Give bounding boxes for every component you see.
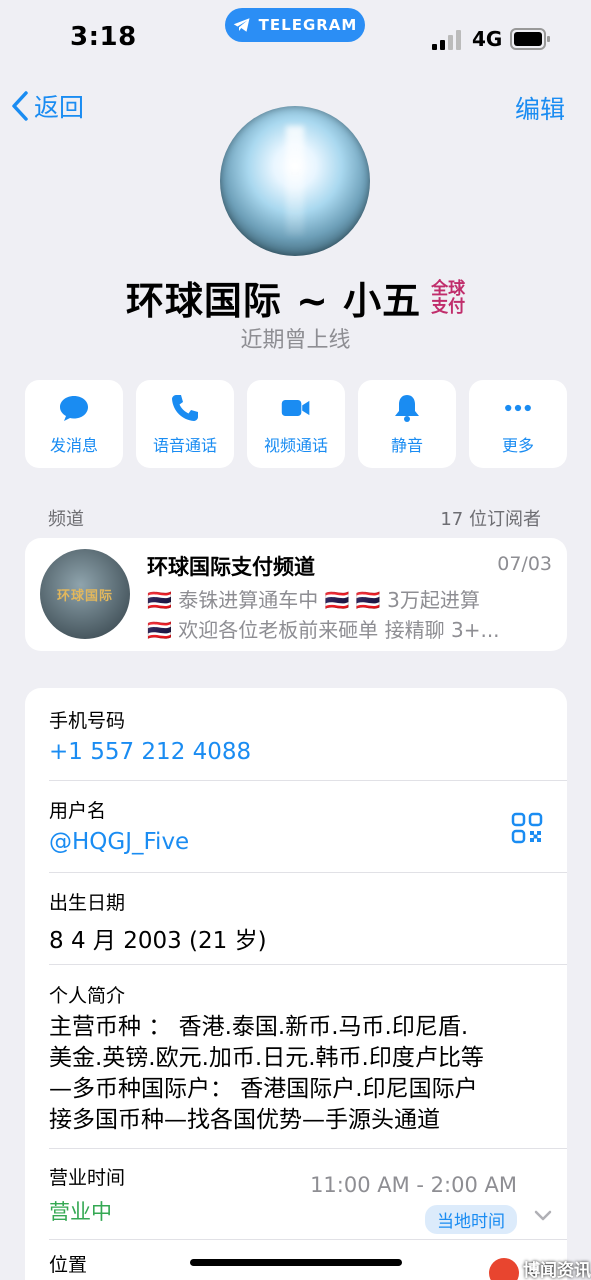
video-call-button[interactable]: 视频通话 (247, 380, 345, 468)
profile-badge: 全球 支付 (431, 280, 465, 316)
channel-card[interactable]: 环球国际 环球国际支付频道 07/03 🇹🇭 泰铢进算通车中 🇹🇭 🇹🇭 3万起… (25, 538, 567, 651)
more-label: 更多 (501, 436, 534, 455)
message-button-label: 发消息 (49, 436, 98, 455)
info-card: 手机号码 +1 557 212 4088 用户名 @HQGJ_Five 出生日期… (25, 688, 567, 1280)
qr-code-icon[interactable] (511, 812, 543, 844)
channel-preview-line1: 🇹🇭 泰铢进算通车中 🇹🇭 🇹🇭 3万起进算 (147, 588, 480, 612)
edit-button[interactable]: 编辑 (515, 90, 565, 126)
bio-text: 主营币种 ： 香港.泰国.新币.马币.印尼盾. 美金.英镑.欧元.加币.日元.韩… (49, 1012, 549, 1136)
profile-name: 环球国际 ~ 小五 (125, 279, 422, 323)
voice-call-label: 语音通话 (152, 436, 217, 455)
more-dots-icon (505, 404, 531, 412)
profile-avatar[interactable] (220, 106, 370, 256)
hours-range: 11:00 AM - 2:00 AM (310, 1173, 517, 1197)
badge-line2: 支付 (431, 296, 466, 317)
bio-row: 个人简介 主营币种 ： 香港.泰国.新币.马币.印尼盾. 美金.英镑.欧元.加币… (49, 981, 567, 1149)
local-time-toggle[interactable]: 当地时间 (425, 1205, 517, 1234)
bio-label: 个人简介 (49, 985, 126, 1007)
channel-section-label: 频道 (48, 509, 84, 530)
message-bubble-icon (60, 396, 88, 421)
network-type: 4G (472, 27, 503, 51)
telegram-plane-icon (233, 18, 250, 32)
birthday-value: 8 4 月 2003 (21 岁) (49, 928, 267, 954)
bell-icon (395, 395, 419, 422)
subscriber-count: 17 位订阅者 (440, 509, 541, 530)
profile-name-row: 环球国际 ~ 小五 全球 支付 (0, 270, 591, 325)
video-camera-icon (281, 400, 310, 416)
channel-title: 环球国际支付频道 (147, 555, 315, 579)
watermark: 博闻资讯 (489, 1256, 591, 1280)
telegram-pill[interactable]: TELEGRAM (225, 8, 365, 42)
last-seen-status: 近期曾上线 (240, 328, 351, 353)
bio-line: 主营币种 ： 香港.泰国.新币.马币.印尼盾. (49, 1014, 469, 1040)
battery-icon (510, 28, 550, 50)
username-label: 用户名 (49, 800, 107, 822)
chevron-left-icon (12, 91, 28, 121)
home-indicator[interactable] (190, 1259, 402, 1266)
phone-icon (172, 395, 198, 421)
username-value[interactable]: @HQGJ_Five (49, 829, 567, 855)
message-button[interactable]: 发消息 (25, 380, 123, 468)
bio-line: 美金.英镑.欧元.加币.日元.韩币.印度卢比等 (49, 1045, 484, 1071)
channel-section-header: 频道 17 位订阅者 (48, 505, 541, 531)
badge-line1: 全球 (431, 278, 466, 299)
chevron-down-icon[interactable] (533, 1209, 553, 1223)
telegram-pill-label: TELEGRAM (258, 16, 358, 34)
phone-row[interactable]: 手机号码 +1 557 212 4088 (49, 706, 567, 781)
birthday-row: 出生日期 8 4 月 2003 (21 岁) (49, 888, 567, 965)
action-buttons: 发消息 语音通话 视频通话 静音 更多 (25, 380, 567, 468)
video-call-label: 视频通话 (263, 436, 328, 455)
status-bar: 3:18 TELEGRAM 4G (0, 0, 591, 70)
username-row[interactable]: 用户名 @HQGJ_Five (49, 796, 567, 873)
voice-call-button[interactable]: 语音通话 (136, 380, 234, 468)
mute-button[interactable]: 静音 (358, 380, 456, 468)
watermark-logo-icon (489, 1258, 519, 1280)
phone-label: 手机号码 (49, 710, 126, 732)
status-time: 3:18 (70, 22, 137, 52)
bio-line: —多币种国际户： 香港国际户.印尼国际户 (49, 1076, 478, 1102)
back-label: 返回 (34, 93, 85, 122)
channel-preview-line2: 🇹🇭 欢迎各位老板前来砸单 接精聊 3+... (147, 618, 500, 642)
business-hours-row[interactable]: 营业时间 营业中 11:00 AM - 2:00 AM 当地时间 (49, 1163, 567, 1240)
birthday-label: 出生日期 (49, 892, 126, 914)
more-button[interactable]: 更多 (469, 380, 567, 468)
watermark-text: 博闻资讯 (523, 1260, 591, 1280)
channel-avatar: 环球国际 (40, 549, 130, 639)
channel-date: 07/03 (497, 553, 552, 575)
phone-value[interactable]: +1 557 212 4088 (49, 739, 567, 765)
mute-label: 静音 (390, 436, 423, 455)
back-button[interactable]: 返回 (10, 88, 84, 124)
bio-line: 接多国币种—找各国优势—手源头通道 (49, 1107, 440, 1133)
signal-icon (432, 30, 461, 50)
